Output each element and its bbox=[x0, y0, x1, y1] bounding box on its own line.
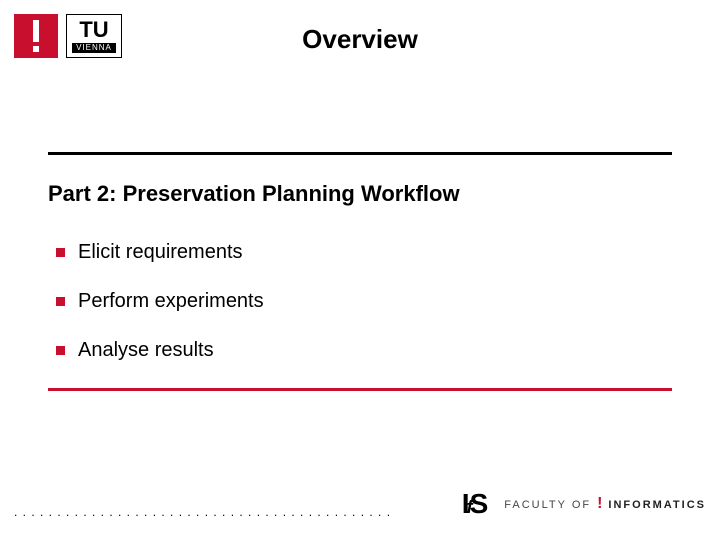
faculty-label: FACULTY OF ! INFORMATICS bbox=[504, 495, 706, 513]
dot-rule: . . . . . . . . . . . . . . . . . . . . … bbox=[14, 505, 391, 519]
slide-body: Part 2: Preservation Planning Workflow E… bbox=[48, 152, 672, 391]
slide-subtitle: Part 2: Preservation Planning Workflow bbox=[48, 181, 672, 207]
bullet-list: Elicit requirements Perform experiments … bbox=[48, 241, 672, 362]
faculty-name: INFORMATICS bbox=[608, 499, 706, 511]
divider-bottom bbox=[48, 388, 672, 391]
ifs-logo-s: S bbox=[470, 488, 487, 520]
divider-top bbox=[48, 152, 672, 155]
footer-logos: I f S FACULTY OF ! INFORMATICS bbox=[462, 488, 706, 520]
list-item: Analyse results bbox=[78, 339, 672, 362]
list-item: Elicit requirements bbox=[78, 241, 672, 264]
exclaim-icon: ! bbox=[597, 495, 602, 513]
slide-title: Overview bbox=[0, 24, 720, 55]
list-item: Perform experiments bbox=[78, 290, 672, 313]
slide-footer: . . . . . . . . . . . . . . . . . . . . … bbox=[14, 488, 706, 520]
faculty-prefix: FACULTY OF bbox=[504, 499, 591, 511]
ifs-logo: I f S bbox=[462, 488, 486, 520]
